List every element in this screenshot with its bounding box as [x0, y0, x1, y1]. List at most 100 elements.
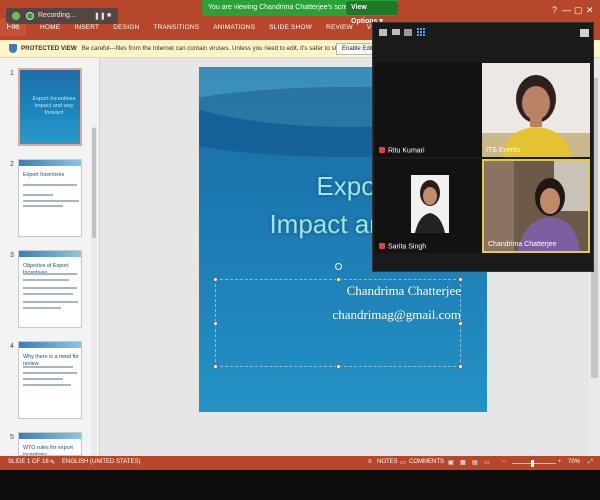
maximize-icon[interactable]: ▢ — [574, 5, 583, 16]
resize-handle[interactable] — [336, 364, 341, 369]
thumbnail-text-line — [23, 372, 77, 374]
thumbnail-title-line: Impact and way forward — [34, 103, 74, 116]
presenter-email: chandrimag@gmail.com — [332, 307, 461, 322]
thumbnail-text-line — [23, 307, 61, 309]
shield-icon — [9, 44, 17, 53]
zoom-out-icon[interactable]: − — [502, 459, 506, 465]
participant-tile[interactable]: Sarita Singh — [375, 159, 483, 253]
minimize-video-icon[interactable] — [379, 29, 387, 36]
thumbnail-scrollbar-thumb[interactable] — [92, 128, 96, 238]
thumbnail-text-line — [23, 279, 69, 281]
expand-gallery-icon[interactable] — [580, 29, 589, 37]
slide-sorter-icon[interactable]: ▦ — [460, 459, 466, 466]
fit-slide-icon[interactable]: ⤢ — [588, 459, 593, 466]
thumbnail-title: Export Incentives — [23, 172, 65, 178]
thumbnail-title: WTO rules for export incentives — [23, 445, 73, 456]
thumbnail-text-line — [23, 301, 78, 303]
notes-button[interactable]: NOTES — [377, 459, 398, 465]
meeting-status-icon — [12, 12, 20, 20]
thumbnail-number: 4 — [10, 343, 14, 350]
comments-button[interactable]: COMMENTS — [409, 459, 444, 465]
zoom-slider-knob[interactable] — [531, 460, 534, 467]
zoom-in-icon[interactable]: + — [558, 459, 562, 465]
recording-icon — [26, 12, 34, 20]
pause-recording-button[interactable]: ❚❚ — [94, 12, 106, 20]
screen-share-banner: You are viewing Chandrima Chatterjee's s… — [202, 0, 398, 25]
minimize-icon[interactable]: — — [562, 5, 571, 15]
thumbnail-text-line — [23, 378, 63, 380]
presenter-name: Chandrima Chatterjee — [346, 283, 461, 298]
participant-name: Sarita Singh — [379, 242, 426, 250]
slideshow-icon[interactable]: ▭ — [484, 459, 490, 466]
participant-tile[interactable]: ITS Events — [482, 63, 590, 157]
thumbnail-scrollbar[interactable] — [91, 124, 97, 500]
stop-recording-button[interactable]: ■ — [107, 12, 111, 19]
zoom-level[interactable]: 70% — [568, 459, 580, 465]
spell-check-icon[interactable]: ✎ — [50, 459, 55, 466]
thumbnail-number: 2 — [10, 161, 14, 168]
thumbnail-text-line — [23, 384, 71, 386]
tab-review[interactable]: REVIEW — [326, 24, 353, 31]
video-gallery-panel: Ritu Kumari ITS Events Sarita Singh Chan… — [372, 22, 594, 272]
reading-view-icon[interactable]: ▤ — [472, 459, 478, 466]
thumbnail-text-line — [23, 366, 73, 368]
slide-thumbnail-3[interactable]: Objective of Export Incentives — [18, 250, 82, 328]
participant-video — [484, 161, 588, 251]
tab-design[interactable]: DESIGN — [113, 24, 139, 31]
tab-home[interactable]: HOME — [40, 24, 60, 31]
thumbnail-text-line — [23, 184, 77, 186]
screen-share-text: You are viewing Chandrima Chatterjee's s… — [208, 4, 356, 11]
zoom-slider-track[interactable] — [512, 463, 556, 464]
thumbnail-number: 3 — [10, 252, 14, 259]
notes-icon[interactable]: ≡ — [368, 459, 372, 465]
slide-thumbnail-pane: 1 Export Incentives Impact and way forwa… — [0, 58, 100, 500]
close-icon[interactable]: ✕ — [586, 5, 594, 16]
resize-handle[interactable] — [458, 277, 463, 282]
tab-slide-show[interactable]: SLIDE SHOW — [269, 24, 312, 31]
thumbnail-text-line — [23, 273, 77, 275]
view-options-button[interactable]: View Options ▾ — [346, 1, 398, 25]
resize-handle[interactable] — [336, 277, 341, 282]
comments-icon[interactable]: ▭ — [400, 459, 406, 466]
thumbnail-header-band — [19, 433, 81, 439]
slide-thumbnail-2[interactable]: Export Incentives — [18, 159, 82, 237]
gallery-toolbar — [373, 23, 595, 43]
strip-view-icon[interactable] — [404, 29, 412, 36]
recording-label: Recording... — [38, 12, 76, 19]
language-indicator[interactable]: ENGLISH (UNITED STATES) — [62, 459, 140, 465]
status-bar: SLIDE 1 OF 18 ✎ ENGLISH (UNITED STATES) … — [0, 456, 600, 470]
participant-tile[interactable]: Ritu Kumari — [375, 63, 483, 157]
screen-share-bottom-bar — [0, 470, 600, 500]
participant-video — [482, 63, 590, 157]
slide-thumbnail-4[interactable]: Why there is a need for review — [18, 341, 82, 419]
resize-handle[interactable] — [213, 321, 218, 326]
participant-name: ITS Events — [486, 147, 521, 154]
thumbnail-number: 1 — [10, 70, 14, 77]
tab-animations[interactable]: ANIMATIONS — [213, 24, 255, 31]
slide-counter: SLIDE 1 OF 18 — [8, 459, 49, 465]
resize-handle[interactable] — [213, 277, 218, 282]
participant-name: Chandrima Chatterjee — [488, 241, 557, 248]
participant-photo — [375, 159, 483, 253]
help-icon[interactable]: ? — [552, 5, 557, 15]
normal-view-icon[interactable]: ▣ — [448, 459, 454, 466]
participant-name: Ritu Kumari — [379, 146, 425, 154]
thumbnail-text-line — [23, 293, 73, 295]
thumbnail-header-band — [19, 342, 81, 348]
resize-handle[interactable] — [458, 364, 463, 369]
gallery-view-icon[interactable] — [417, 28, 425, 36]
speaker-view-icon[interactable] — [392, 29, 400, 35]
resize-handle[interactable] — [213, 364, 218, 369]
slide-thumbnail-5[interactable]: WTO rules for export incentives — [18, 432, 82, 456]
recording-indicator: Recording... ❚❚ ■ — [6, 8, 118, 24]
thumbnail-text-line — [23, 194, 53, 196]
slide-thumbnail-1[interactable]: Export Incentives Impact and way forward — [18, 68, 82, 146]
tab-insert[interactable]: INSERT — [74, 24, 99, 31]
tab-transitions[interactable]: TRANSITIONS — [153, 24, 199, 31]
resize-handle[interactable] — [458, 321, 463, 326]
thumbnail-text-line — [23, 205, 63, 207]
thumbnail-header-band — [19, 160, 81, 166]
rotate-handle[interactable] — [335, 263, 342, 270]
participant-tile-active[interactable]: Chandrima Chatterjee — [482, 159, 590, 253]
thumbnail-text-line — [23, 200, 79, 202]
